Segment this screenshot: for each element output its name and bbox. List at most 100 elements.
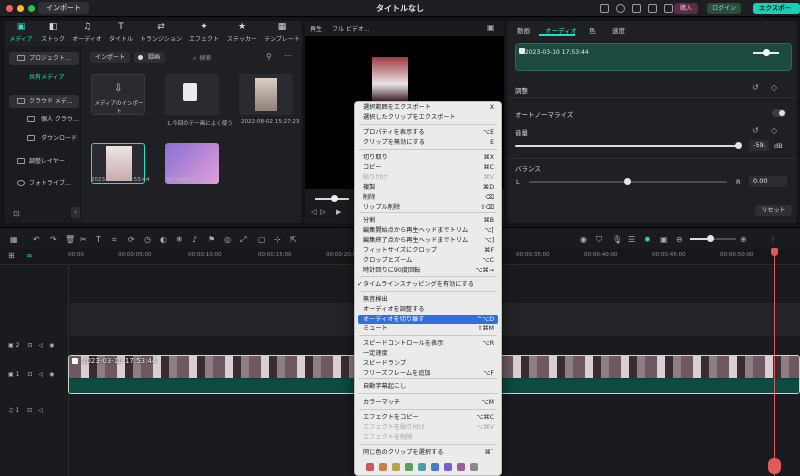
eye-icon[interactable]: ◉ <box>49 371 54 378</box>
speaker-icon[interactable]: ◁ <box>38 342 43 349</box>
rotate-icon[interactable]: ⟳ <box>128 235 135 244</box>
playback-controls[interactable]: ◁▷ ▶ <box>311 208 345 216</box>
ai-icon[interactable]: ✹ <box>644 235 651 244</box>
link-icon[interactable]: ∞ <box>26 251 33 260</box>
panel-options-icon[interactable]: ⦙ <box>772 235 774 245</box>
lock-icon[interactable]: ⊡ <box>27 407 32 414</box>
menu-item[interactable]: ミュート ⇧⌘M <box>358 324 498 333</box>
menu-item[interactable]: 切り取り ⌘X <box>358 153 498 162</box>
menu-item[interactable]: 選択したクリップをエクスポート <box>358 113 498 122</box>
media-item[interactable] <box>165 74 219 115</box>
menu-item[interactable]: オーディオを切り離す ^⌥D <box>358 315 498 324</box>
redo-icon[interactable]: ↷ <box>50 235 57 244</box>
color-swatch[interactable] <box>366 463 374 471</box>
balance-slider-knob[interactable] <box>624 178 631 185</box>
menu-item[interactable]: 自動字幕起こし <box>358 382 498 391</box>
layout-icon[interactable]: ▦ <box>10 235 18 244</box>
microphone-icon[interactable]: 🎙 <box>612 235 622 244</box>
menu-item[interactable]: スピードランプ <box>358 359 498 368</box>
menu-item[interactable]: 分割 ⌘B <box>358 216 498 225</box>
menu-item[interactable]: ✓ タイムラインスナッピングを有効にする <box>357 280 498 289</box>
lock-icon[interactable]: ⊡ <box>27 342 32 349</box>
sidebar-item-personal-cloud[interactable]: 個人 クラウ... <box>9 113 79 126</box>
tab-video[interactable]: 動画 <box>517 25 530 35</box>
export-button[interactable]: エクスポート <box>753 3 800 23</box>
speaker-icon[interactable]: ◁ <box>38 371 43 378</box>
volume-slider-knob[interactable] <box>735 142 742 149</box>
volume-reset-icon[interactable]: ↺ <box>752 126 759 135</box>
reset-button[interactable]: リセット <box>755 205 792 216</box>
menu-item[interactable]: 同じ色のクリップを選択する ⌘` <box>358 448 498 457</box>
menu-item[interactable]: オーディオを調整する <box>358 305 498 314</box>
menu-item[interactable]: 無音検出 <box>358 295 498 304</box>
preview-progress-knob[interactable] <box>331 195 338 202</box>
new-folder-icon[interactable]: ⊡ <box>13 209 20 218</box>
motion-icon[interactable]: ◎ <box>224 235 231 244</box>
keyframe-icon[interactable]: ◇ <box>771 83 777 92</box>
grid-icon[interactable] <box>664 4 673 13</box>
menu-item[interactable]: 削除 ⌫ <box>358 193 498 202</box>
screen-icon[interactable] <box>600 4 609 13</box>
color-swatch[interactable] <box>457 463 465 471</box>
pointer-icon[interactable]: ⇱ <box>290 235 297 244</box>
color-swatch[interactable] <box>379 463 387 471</box>
lock-icon[interactable]: ⊡ <box>27 371 32 378</box>
playhead-handle[interactable] <box>771 248 778 256</box>
text-icon[interactable]: T <box>96 235 101 244</box>
snapshot-timeline-icon[interactable]: ▣ <box>660 235 668 244</box>
color-swatch[interactable] <box>392 463 400 471</box>
render-icon[interactable]: ◉ <box>580 235 587 244</box>
buy-button[interactable]: 購入 <box>674 3 699 14</box>
shield-icon[interactable]: ⛉ <box>596 235 602 245</box>
speaker-icon[interactable]: ◁ <box>38 407 43 414</box>
filter-icon[interactable]: ⚲ <box>266 52 272 61</box>
sidebar-item-download[interactable]: ダウンロード <box>9 132 79 145</box>
tab-title[interactable]: T タイトル <box>106 23 136 44</box>
tracking-icon[interactable]: ⊹ <box>274 235 281 244</box>
zoom-out-icon[interactable]: ⊖ <box>676 235 683 244</box>
color-swatch[interactable] <box>418 463 426 471</box>
volume-keyframe-icon[interactable]: ◇ <box>771 126 777 135</box>
speed-icon[interactable]: ◷ <box>144 235 151 244</box>
sidebar-item-cloud[interactable]: クラウド メデ... <box>9 95 79 108</box>
tab-sticker[interactable]: ★ ステッカー <box>225 23 259 44</box>
sort-dropdown[interactable]: 録画 <box>134 52 166 63</box>
collapse-sidebar-icon[interactable]: ‹ <box>71 207 80 218</box>
menu-item[interactable]: リップル削除 ⇧⌫ <box>358 203 498 212</box>
menu-item[interactable]: 選択範囲をエクスポート X <box>358 103 498 112</box>
color-swatch[interactable] <box>444 463 452 471</box>
tab-color[interactable]: 色 <box>589 25 596 35</box>
playhead-line[interactable] <box>774 249 775 476</box>
menu-item[interactable]: 時計回りに90度回転 ⌥⌘→ <box>358 266 498 275</box>
media-item[interactable] <box>239 74 293 115</box>
expand-icon[interactable]: ⤢ <box>240 235 246 245</box>
freeze-icon[interactable]: ❄ <box>176 235 183 244</box>
snapshot-icon[interactable]: ▣ <box>487 23 495 32</box>
crop-icon[interactable]: ⌗ <box>112 235 117 245</box>
tab-template[interactable]: ▦ テンプレート <box>263 23 301 44</box>
menu-item[interactable]: 複製 ⌘D <box>358 183 498 192</box>
cut-icon[interactable]: ✂ <box>80 235 87 244</box>
quality-dropdown[interactable]: フル ビデオ... <box>332 24 370 33</box>
lightbulb-icon[interactable] <box>616 4 625 13</box>
tab-speed[interactable]: 速度 <box>612 25 625 35</box>
balance-value-field[interactable]: 0.00 <box>749 176 787 187</box>
tab-stock[interactable]: ◧ ストック <box>38 23 68 44</box>
zoom-slider[interactable] <box>690 235 736 242</box>
menu-item[interactable]: カラーマッチ ⌥M <box>358 398 498 407</box>
tab-audio[interactable]: ♫ オーディオ <box>72 23 102 44</box>
sidebar-item-shared[interactable]: 共有メディア <box>9 71 79 84</box>
search-input[interactable]: ⌕ 検索 <box>193 53 211 63</box>
undo-icon[interactable]: ↶ <box>33 235 40 244</box>
login-button[interactable]: ログイン <box>707 3 742 14</box>
menu-item[interactable]: 編集終了点から再生ヘッドまでトリム ⌥] <box>358 236 498 245</box>
menu-item[interactable]: エフェクトを削除 <box>358 433 498 442</box>
zoom-in-icon[interactable]: ⊕ <box>740 235 747 244</box>
more-icon[interactable]: ⋯ <box>284 51 292 60</box>
audio-card-volume-knob[interactable] <box>763 49 770 56</box>
tab-effect[interactable]: ✦ エフェクト <box>189 23 219 44</box>
zoom-slider-knob[interactable] <box>707 235 714 242</box>
delete-icon[interactable]: 🗑 <box>65 235 75 244</box>
menu-item[interactable]: フリーズフレームを追加 ⌥F <box>358 369 498 378</box>
menu-item[interactable]: クリップを無効にする E <box>358 138 498 147</box>
